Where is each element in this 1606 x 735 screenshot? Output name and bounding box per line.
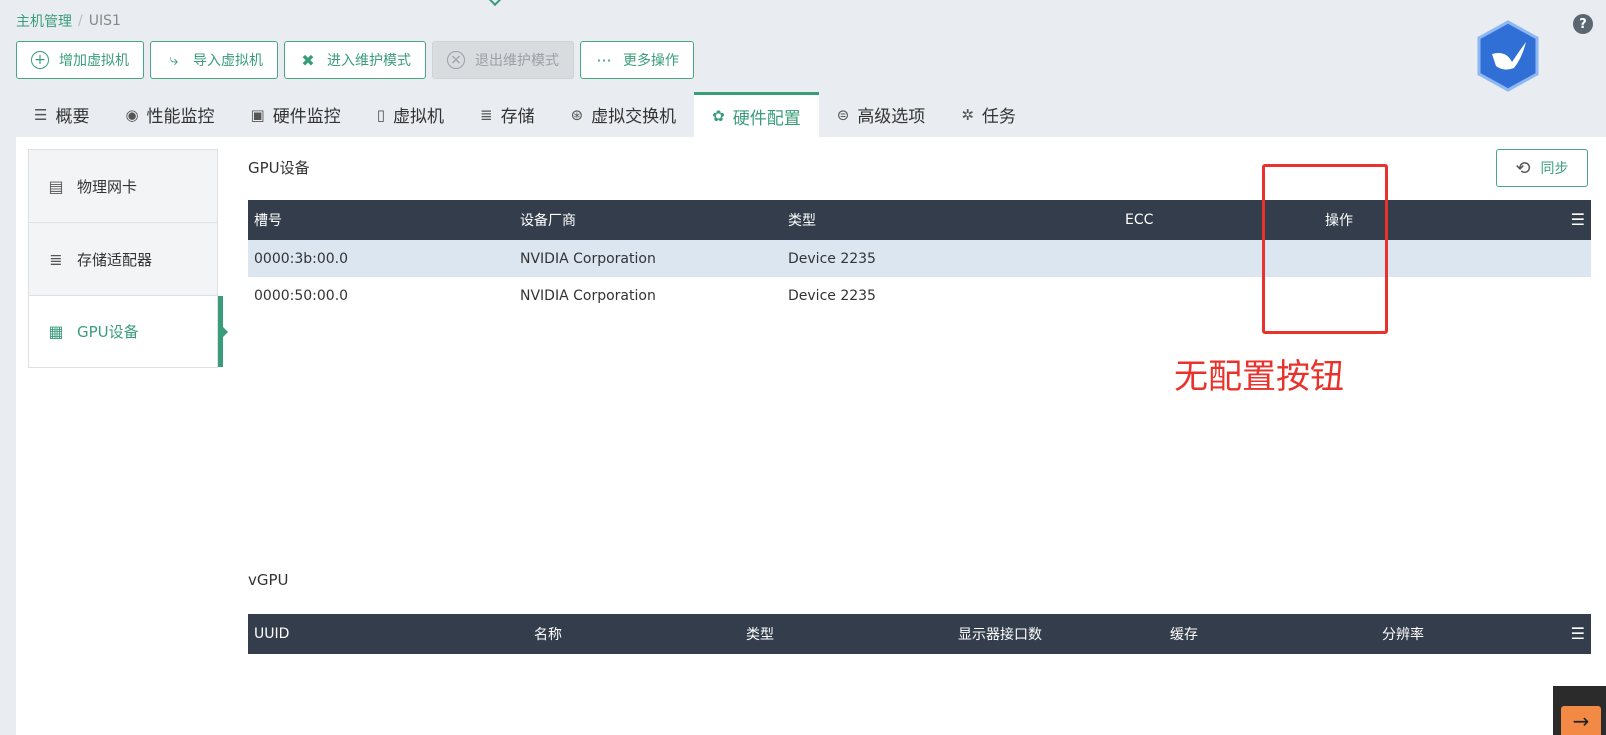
chip-icon: ▦ — [48, 322, 64, 341]
tab-label: 概要 — [55, 107, 90, 127]
side-nav: ▤ 物理网卡 ≣ 存储适配器 ▦ GPU设备 — [28, 149, 228, 368]
annotation-text: 无配置按钮 — [1174, 357, 1344, 397]
column-header-uuid[interactable]: UUID — [248, 614, 528, 654]
storage-icon: ≣ — [480, 105, 493, 124]
sidenav-item-label: 物理网卡 — [77, 177, 138, 196]
tab-label: 任务 — [981, 107, 1016, 127]
task-icon: ✲ — [961, 105, 974, 124]
tab-vm[interactable]: ▯ 虚拟机 — [359, 92, 462, 137]
tab-hardware-monitor[interactable]: ▣ 硬件监控 — [233, 92, 359, 137]
breadcrumb: 主机管理 / UIS1 — [16, 11, 121, 31]
vgpu-table: UUID 名称 类型 显示器接口数 缓存 分辨率 ☰ — [248, 614, 1591, 654]
breadcrumb-current: UIS1 — [88, 13, 121, 29]
column-header-display-ports[interactable]: 显示器接口数 — [952, 614, 1164, 654]
tab-vswitch[interactable]: ⊛ 虚拟交换机 — [553, 92, 695, 137]
column-header-cache[interactable]: 缓存 — [1164, 614, 1376, 654]
help-icon[interactable]: ? — [1573, 14, 1593, 34]
column-menu-icon[interactable]: ☰ — [1571, 210, 1585, 229]
sync-label: 同步 — [1540, 161, 1569, 177]
tab-label: 存储 — [500, 107, 535, 127]
breadcrumb-root[interactable]: 主机管理 — [16, 11, 72, 31]
sidenav-item-label: GPU设备 — [77, 323, 139, 341]
arrow-right-icon: → — [1561, 706, 1601, 735]
sidenav-item-storage-adapter[interactable]: ≣ 存储适配器 — [28, 222, 218, 295]
annotation-box — [1262, 164, 1388, 334]
sync-button[interactable]: ⟲ 同步 — [1496, 149, 1588, 187]
tab-label: 虚拟机 — [393, 107, 444, 127]
add-vm-label: 增加虚拟机 — [59, 53, 129, 69]
column-header-type[interactable]: 类型 — [782, 200, 1119, 240]
import-icon: ⤷ — [169, 50, 179, 69]
gpu-table-header: 槽号 设备厂商 类型 ECC 操作 ☰ — [248, 200, 1591, 240]
more-ops-label: 更多操作 — [623, 53, 679, 69]
column-menu-icon[interactable]: ☰ — [1571, 624, 1585, 643]
exit-maintenance-label: 退出维护模式 — [475, 53, 559, 69]
table-row[interactable]: 0000:3b:00.0 NVIDIA Corporation Device 2… — [248, 240, 1591, 277]
advanced-icon: ⊜ — [836, 105, 850, 124]
column-header-resolution[interactable]: 分辨率 ☰ — [1376, 614, 1591, 654]
gear-icon: ✿ — [712, 107, 725, 125]
import-vm-label: 导入虚拟机 — [193, 53, 263, 69]
monitor-icon: ◉ — [125, 105, 139, 124]
sidenav-item-nic[interactable]: ▤ 物理网卡 — [28, 149, 218, 222]
enter-maintenance-label: 进入维护模式 — [327, 53, 411, 69]
tab-label: 虚拟交换机 — [591, 107, 677, 127]
ellipsis-icon: ··· — [596, 50, 612, 70]
column-header-resolution-label: 分辨率 — [1382, 627, 1424, 643]
sidenav-item-gpu[interactable]: ▦ GPU设备 — [28, 295, 228, 368]
corner-widget[interactable]: → — [1553, 686, 1606, 735]
column-header-slot[interactable]: 槽号 — [248, 200, 514, 240]
bird-logo-icon — [1477, 20, 1539, 92]
database-icon: ≣ — [49, 249, 63, 269]
tab-overview[interactable]: ☰ 概要 — [16, 92, 107, 137]
sidenav-item-label: 存储适配器 — [77, 250, 153, 269]
cell-vendor: NVIDIA Corporation — [520, 287, 656, 304]
tab-advanced[interactable]: ⊜ 高级选项 — [819, 92, 944, 137]
sync-icon: ⟲ — [1515, 157, 1531, 179]
tab-label: 硬件配置 — [732, 108, 801, 129]
tab-bar: ☰ 概要 ◉ 性能监控 ▣ 硬件监控 ▯ 虚拟机 ≣ 存储 ⊛ 虚拟交换机 ✿ 硬件配置 ⊜ 高… — [16, 92, 1034, 137]
column-header-type[interactable]: 类型 — [740, 614, 952, 654]
switch-icon: ⊛ — [570, 105, 584, 124]
tools-icon: ✖ — [301, 50, 315, 70]
cell-slot: 0000:50:00.0 — [254, 287, 349, 304]
exit-maintenance-button[interactable]: × 退出维护模式 — [432, 41, 574, 79]
nic-icon: ▤ — [48, 176, 64, 196]
tab-tasks[interactable]: ✲ 任务 — [943, 92, 1034, 137]
column-header-name[interactable]: 名称 — [528, 614, 740, 654]
column-header-vendor[interactable]: 设备厂商 — [514, 200, 782, 240]
tab-performance[interactable]: ◉ 性能监控 — [107, 92, 232, 137]
toolbar: + 增加虚拟机 ⤷ 导入虚拟机 ✖ 进入维护模式 × 退出维护模式 ··· 更多… — [16, 41, 694, 79]
vgpu-section-title: vGPU — [248, 571, 289, 589]
table-row[interactable]: 0000:50:00.0 NVIDIA Corporation Device 2… — [248, 277, 1591, 314]
tab-label: 性能监控 — [146, 107, 215, 127]
tab-storage[interactable]: ≣ 存储 — [462, 92, 553, 137]
cancel-circle-icon: × — [447, 51, 465, 69]
hardware-icon: ▣ — [250, 105, 265, 124]
list-icon: ☰ — [34, 105, 48, 124]
caret-indicator — [487, 0, 503, 7]
cell-vendor: NVIDIA Corporation — [514, 240, 782, 277]
cell-type: Device 2235 — [788, 287, 876, 304]
vm-icon: ▯ — [376, 105, 385, 124]
cell-slot: 0000:3b:00.0 — [248, 240, 514, 277]
more-ops-button[interactable]: ··· 更多操作 — [580, 41, 694, 79]
tab-label: 高级选项 — [857, 107, 926, 127]
add-vm-button[interactable]: + 增加虚拟机 — [16, 41, 144, 79]
gpu-section-title: GPU设备 — [248, 159, 310, 177]
breadcrumb-separator: / — [78, 13, 83, 29]
cell-type: Device 2235 — [782, 240, 1119, 277]
vgpu-table-header: UUID 名称 类型 显示器接口数 缓存 分辨率 ☰ — [248, 614, 1591, 654]
import-vm-button[interactable]: ⤷ 导入虚拟机 — [150, 41, 278, 79]
tab-hardware-config[interactable]: ✿ 硬件配置 — [694, 92, 819, 137]
gpu-table: 槽号 设备厂商 类型 ECC 操作 ☰ 0000:3b:00.0 NVIDIA C… — [248, 200, 1591, 314]
tab-label: 硬件监控 — [272, 107, 341, 127]
plus-circle-icon: + — [31, 51, 49, 69]
enter-maintenance-button[interactable]: ✖ 进入维护模式 — [284, 41, 426, 79]
